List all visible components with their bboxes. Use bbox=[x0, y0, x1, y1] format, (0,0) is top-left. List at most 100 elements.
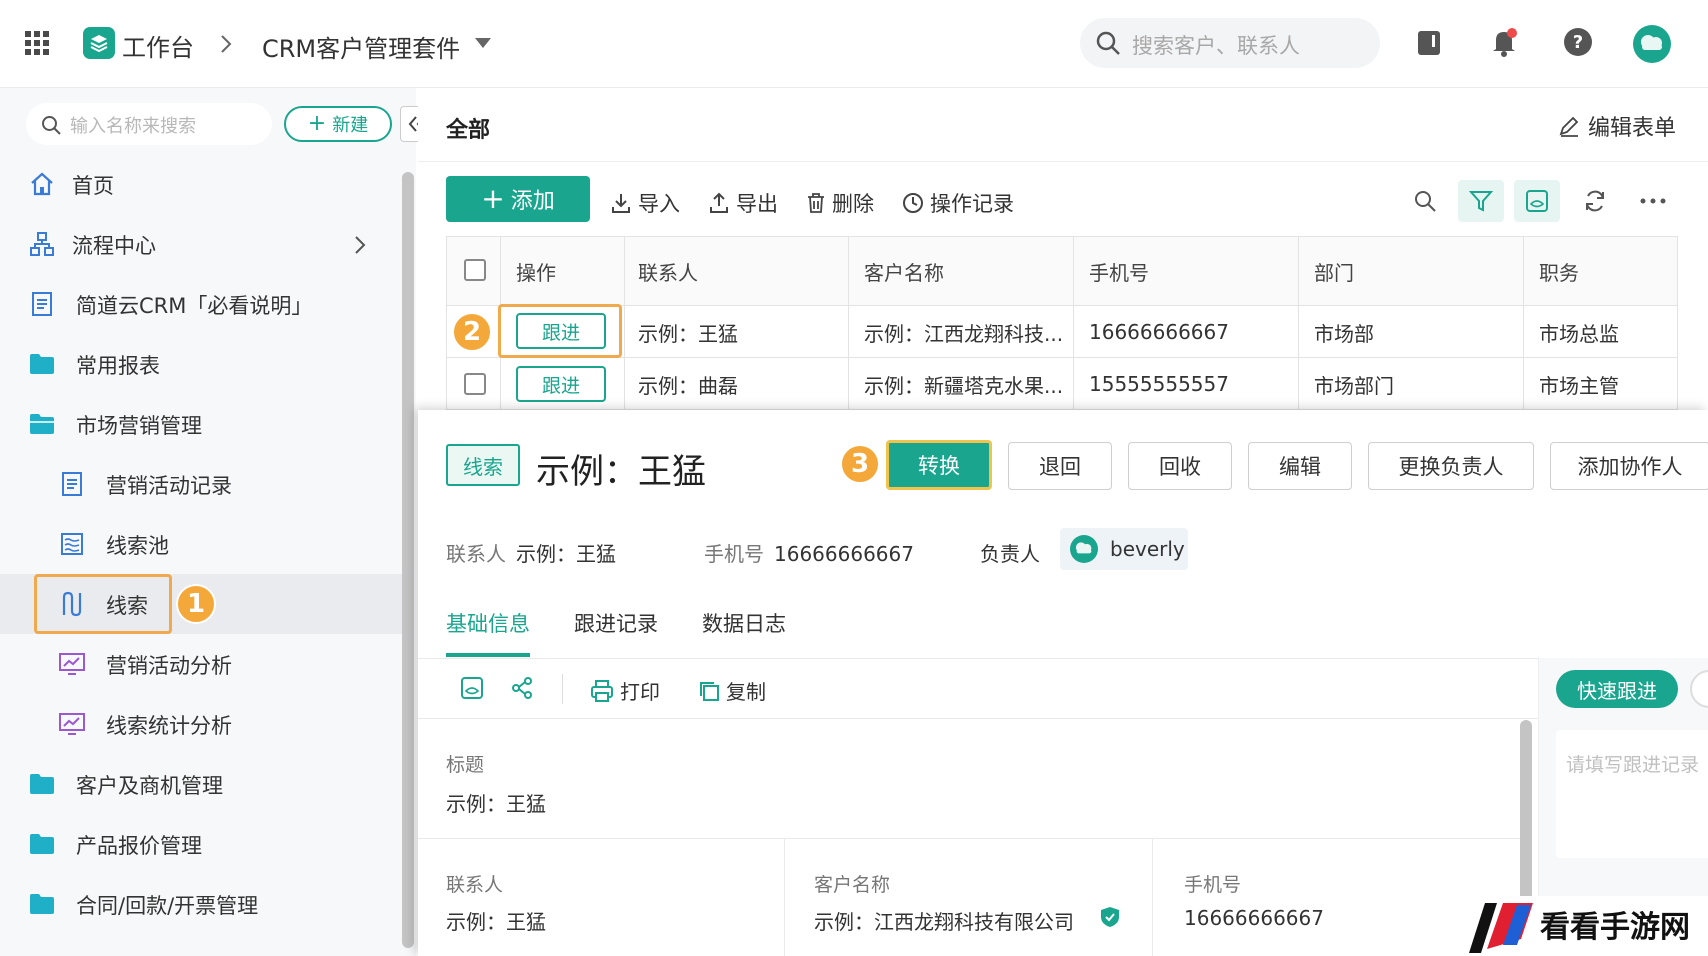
plus-icon: + bbox=[307, 111, 327, 136]
owner-chip[interactable]: beverly bbox=[1060, 528, 1188, 570]
sidebar-item-label: 产品报价管理 bbox=[76, 834, 202, 858]
follow-record-input[interactable]: 请填写跟进记录 bbox=[1556, 730, 1708, 858]
follow-record-placeholder: 请填写跟进记录 bbox=[1566, 754, 1700, 776]
meta-contact: 联系人 示例：王猛 bbox=[446, 538, 616, 567]
table-header-row bbox=[447, 237, 1677, 305]
recycle-button[interactable]: 回收 bbox=[1128, 442, 1232, 490]
edit-button[interactable]: 编辑 bbox=[1248, 442, 1352, 490]
preview-button[interactable] bbox=[460, 676, 484, 700]
tab-basic-info[interactable]: 基础信息 bbox=[446, 608, 530, 638]
return-button[interactable]: 退回 bbox=[1008, 442, 1112, 490]
sidebar-item-label: 市场营销管理 bbox=[76, 414, 202, 438]
delete-button[interactable]: 删除 bbox=[806, 188, 874, 218]
sidebar-item-label: 营销活动分析 bbox=[106, 654, 232, 678]
history-button[interactable]: 操作记录 bbox=[902, 188, 1014, 218]
import-button[interactable]: 导入 bbox=[610, 188, 680, 218]
edit-form-button[interactable]: 编辑表单 bbox=[1558, 110, 1676, 142]
new-item-button[interactable]: + 新建 bbox=[284, 106, 392, 142]
verified-shield-icon bbox=[1098, 904, 1122, 930]
select-all-checkbox[interactable] bbox=[464, 259, 486, 281]
chevron-right-icon bbox=[352, 234, 368, 256]
import-icon bbox=[612, 194, 630, 213]
change-owner-button[interactable]: 更换负责人 bbox=[1368, 442, 1534, 490]
highlight-box-follow bbox=[498, 304, 622, 358]
sidebar-item-crm-guide[interactable]: 简道云CRM「必看说明」 bbox=[0, 274, 404, 334]
filter-button[interactable] bbox=[1458, 180, 1504, 222]
column-header[interactable]: 手机号 bbox=[1089, 236, 1149, 306]
sidebar-item-lead-stats[interactable]: 线索统计分析 bbox=[0, 694, 404, 754]
sidebar-item-label: 简道云CRM「必看说明」 bbox=[76, 294, 313, 318]
copy-button[interactable]: 复制 bbox=[698, 676, 766, 705]
field-divider bbox=[784, 838, 785, 956]
sidebar-item-process-center[interactable]: 流程中心 bbox=[0, 214, 404, 274]
eye-card-icon bbox=[461, 677, 483, 699]
content-header bbox=[418, 88, 1708, 162]
table-cell: 15555555557 bbox=[1089, 372, 1229, 396]
record-title: 示例：王猛 bbox=[536, 452, 706, 492]
folder-icon bbox=[28, 830, 56, 858]
sidebar-item-campaign-records[interactable]: 营销活动记录 bbox=[0, 454, 404, 514]
convert-button[interactable]: 转换 bbox=[886, 440, 992, 490]
global-search-input[interactable]: 搜索客户、联系人 bbox=[1080, 18, 1380, 68]
tab-follow-records[interactable]: 跟进记录 bbox=[574, 608, 658, 638]
column-header[interactable]: 联系人 bbox=[638, 236, 698, 306]
owner-avatar bbox=[1070, 535, 1098, 563]
add-button[interactable]: + 添加 bbox=[446, 176, 590, 222]
sidebar-item-label: 流程中心 bbox=[72, 234, 156, 258]
chart-monitor-icon bbox=[58, 710, 86, 738]
column-header[interactable]: 客户名称 bbox=[864, 236, 944, 306]
workbench-link[interactable]: 工作台 bbox=[122, 28, 194, 63]
caret-down-icon[interactable] bbox=[474, 36, 492, 50]
chart-monitor-icon bbox=[58, 650, 86, 678]
app-name[interactable]: CRM客户管理套件 bbox=[262, 29, 460, 64]
sidebar-item-campaign-analysis[interactable]: 营销活动分析 bbox=[0, 634, 404, 694]
step-badge-3: 3 bbox=[840, 444, 880, 484]
table-cell: 市场总监 bbox=[1539, 321, 1619, 346]
sidebar-item-reports[interactable]: 常用报表 bbox=[0, 334, 404, 394]
message-book-icon[interactable] bbox=[1414, 28, 1444, 58]
column-header[interactable]: 职务 bbox=[1539, 236, 1579, 306]
sidebar-item-label: 线索池 bbox=[106, 534, 169, 558]
column-header[interactable]: 操作 bbox=[516, 236, 556, 306]
folder-icon bbox=[28, 350, 56, 378]
field-divider bbox=[1152, 838, 1153, 956]
sidebar-item-marketing[interactable]: 市场营销管理 bbox=[0, 394, 404, 454]
share-button[interactable] bbox=[510, 676, 534, 700]
plus-icon: + bbox=[481, 182, 505, 215]
add-collaborator-button[interactable]: 添加协作人 bbox=[1550, 442, 1708, 490]
view-title: 全部 bbox=[446, 118, 491, 143]
table-cell: 示例：新疆塔克水果... bbox=[864, 373, 1064, 398]
active-tab-indicator bbox=[446, 653, 530, 657]
quick-follow-button[interactable]: 快速跟进 bbox=[1556, 670, 1678, 708]
col-divider bbox=[1298, 236, 1299, 410]
row-checkbox[interactable] bbox=[464, 373, 486, 395]
tab-data-log[interactable]: 数据日志 bbox=[702, 608, 786, 638]
row-divider bbox=[446, 357, 1678, 358]
view-toggle-button[interactable] bbox=[1514, 180, 1560, 222]
sidebar-search-input[interactable]: 输入名称来搜索 bbox=[26, 103, 272, 145]
sidebar-item-contracts[interactable]: 合同/回款/开票管理 bbox=[0, 874, 404, 934]
column-header[interactable]: 部门 bbox=[1314, 236, 1354, 306]
notification-bell-icon[interactable] bbox=[1488, 26, 1520, 58]
sidebar-scrollbar[interactable] bbox=[402, 172, 414, 948]
field-label: 标题 bbox=[446, 754, 485, 776]
apps-grid-icon[interactable] bbox=[22, 28, 52, 58]
sidebar-item-customers[interactable]: 客户及商机管理 bbox=[0, 754, 404, 814]
field-value[interactable]: 示例：江西龙翔科技有限公司 bbox=[814, 906, 1074, 935]
more-button[interactable] bbox=[1630, 180, 1676, 222]
print-button[interactable]: 打印 bbox=[590, 676, 660, 705]
follow-up-button[interactable]: 跟进 bbox=[516, 366, 606, 402]
field-label: 联系人 bbox=[446, 874, 504, 896]
owner-name: beverly bbox=[1110, 537, 1185, 561]
user-avatar[interactable] bbox=[1632, 24, 1672, 64]
table-cell: 市场主管 bbox=[1539, 373, 1619, 398]
sidebar-item-home[interactable]: 首页 bbox=[0, 154, 404, 214]
table-cell: 市场部 bbox=[1314, 321, 1374, 346]
sidebar-item-quotes[interactable]: 产品报价管理 bbox=[0, 814, 404, 874]
refresh-button[interactable] bbox=[1572, 180, 1618, 222]
sidebar-item-lead-pool[interactable]: 线索池 bbox=[0, 514, 404, 574]
table-search-button[interactable] bbox=[1402, 180, 1448, 222]
help-icon[interactable]: ? bbox=[1562, 26, 1594, 58]
export-button[interactable]: 导出 bbox=[708, 188, 778, 218]
field-label: 手机号 bbox=[1184, 874, 1242, 896]
